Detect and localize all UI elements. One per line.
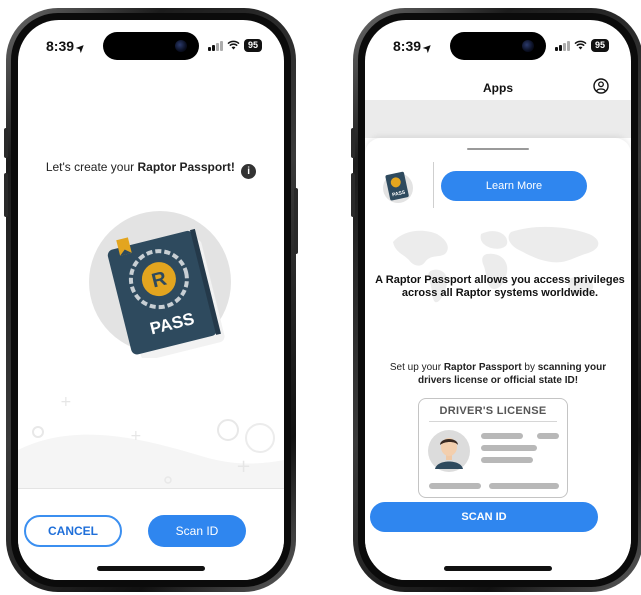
scan-id-button[interactable]: Scan ID (148, 515, 246, 547)
status-icons: 95 (207, 39, 262, 52)
svg-text:+: + (236, 456, 251, 477)
intro-brand: Raptor Passport! (137, 160, 235, 174)
header-backdrop (365, 100, 631, 138)
battery-icon: 95 (590, 39, 609, 52)
sheet-grabber[interactable] (467, 148, 529, 150)
divider (433, 162, 434, 208)
intro-prefix: Let's create your (45, 160, 138, 174)
battery-icon: 95 (243, 39, 262, 52)
setup-mid: by (521, 362, 538, 373)
drivers-license-illustration: DRIVER'S LICENSE (418, 398, 568, 498)
screen-apps: 8:39➤ 95 Apps PASS Learn More A Raptor P… (365, 20, 631, 580)
learn-more-button[interactable]: Learn More (441, 171, 587, 201)
setup-prefix: Set up your (389, 362, 444, 373)
phone-frame-left: 8:39➤ 95 Let's create your Raptor Passpo… (4, 8, 298, 592)
intro-text: Let's create your Raptor Passport! i (18, 160, 284, 179)
status-time: 8:39➤ (46, 38, 89, 56)
status-icons: 95 (554, 39, 609, 52)
dynamic-island (103, 32, 199, 60)
side-button (4, 128, 8, 158)
wifi-icon (574, 40, 587, 52)
camera-icon (175, 40, 187, 52)
license-line (489, 483, 559, 489)
license-title: DRIVER'S LICENSE (439, 405, 547, 417)
home-indicator[interactable] (97, 566, 205, 571)
dynamic-island (450, 32, 546, 60)
location-arrow-icon: ➤ (74, 41, 89, 56)
svg-text:+: + (130, 428, 142, 444)
side-button (351, 128, 355, 158)
avatar-icon (428, 430, 470, 472)
screen-create-passport: 8:39➤ 95 Let's create your Raptor Passpo… (18, 20, 284, 580)
side-button (4, 173, 8, 217)
nav-title: Apps (483, 81, 513, 95)
cancel-button[interactable]: CANCEL (24, 515, 122, 547)
passport-icon: R PASS (107, 228, 225, 358)
passport-icon: PASS (383, 171, 413, 203)
signal-icon (554, 40, 570, 51)
scan-id-button[interactable]: SCAN ID (370, 502, 598, 532)
phone-frame-right: 8:39➤ 95 Apps PASS Learn More A Raptor P… (351, 8, 641, 592)
license-line (481, 433, 523, 439)
license-line (537, 433, 559, 439)
license-line (481, 457, 533, 463)
profile-icon[interactable] (593, 78, 609, 94)
home-indicator[interactable] (444, 566, 552, 571)
license-divider (429, 421, 557, 422)
status-time: 8:39➤ (393, 38, 436, 56)
location-arrow-icon: ➤ (421, 41, 436, 56)
side-button (351, 173, 355, 217)
license-line (481, 445, 537, 451)
setup-instructions: Set up your Raptor Passport by scanning … (377, 361, 619, 387)
info-icon[interactable]: i (241, 164, 257, 179)
setup-brand: Raptor Passport (443, 362, 522, 373)
signal-icon (207, 40, 223, 51)
wifi-icon (227, 40, 240, 52)
svg-text:+: + (60, 394, 72, 410)
license-line (429, 483, 481, 489)
camera-icon (522, 40, 534, 52)
access-description: A Raptor Passport allows you access priv… (375, 274, 625, 299)
side-button (294, 188, 298, 254)
